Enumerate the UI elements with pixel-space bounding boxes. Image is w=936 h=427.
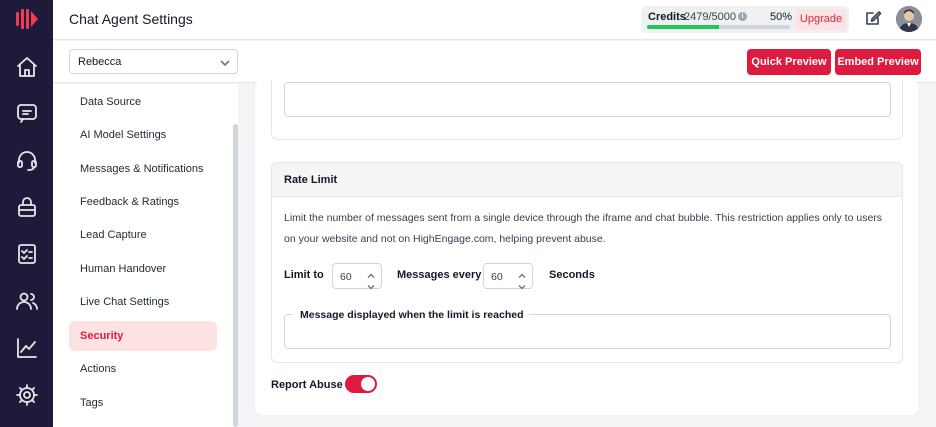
rate-limit-card: Rate Limit Limit the number of messages … <box>271 162 903 363</box>
headset-icon[interactable] <box>15 148 39 172</box>
edit-icon[interactable] <box>864 9 882 27</box>
nav-item-ai-model-settings[interactable]: AI Model Settings <box>69 120 217 150</box>
chat-icon[interactable] <box>15 101 39 125</box>
limit-count-stepper[interactable]: 60 <box>332 263 382 290</box>
nav-item-tags[interactable]: Tags <box>69 388 217 418</box>
rate-limit-title: Rate Limit <box>284 174 338 186</box>
nav-item-actions[interactable]: Actions <box>69 354 217 384</box>
credits-count: 2479/5000 <box>684 11 736 23</box>
nav-item-security[interactable]: Security <box>69 321 217 351</box>
chevron-up-icon[interactable] <box>367 267 375 278</box>
gear-icon[interactable] <box>15 383 39 407</box>
users-icon[interactable] <box>15 289 39 313</box>
app-logo[interactable] <box>16 9 38 29</box>
previous-section-textarea[interactable] <box>284 82 891 117</box>
info-icon[interactable]: i <box>738 12 747 21</box>
chevron-down-icon[interactable] <box>518 278 526 290</box>
nav-item-lead-capture[interactable]: Lead Capture <box>69 220 217 250</box>
chevron-up-icon[interactable] <box>518 267 526 278</box>
home-icon[interactable] <box>15 55 39 79</box>
security-panel: Rate Limit Limit the number of messages … <box>255 80 918 415</box>
chevron-down-icon <box>219 56 231 68</box>
credits-widget: Credits 2479/5000 i 50% Upgrade <box>641 6 849 33</box>
report-abuse-toggle[interactable] <box>345 375 377 393</box>
settings-toolbar: Rebecca Quick Preview Embed Preview <box>53 41 936 83</box>
chart-icon[interactable] <box>15 336 39 360</box>
checklist-icon[interactable] <box>15 242 39 266</box>
interval-value: 60 <box>491 271 503 283</box>
user-avatar[interactable] <box>896 6 922 32</box>
embed-preview-button[interactable]: Embed Preview <box>835 49 921 75</box>
app-rail <box>0 0 53 427</box>
seconds-label: Seconds <box>549 269 595 281</box>
settings-content: Rate Limit Limit the number of messages … <box>238 80 936 427</box>
nav-item-feedback-ratings[interactable]: Feedback & Ratings <box>69 187 217 217</box>
settings-nav: Data Source AI Model Settings Messages &… <box>53 84 238 427</box>
limit-count-value: 60 <box>340 271 352 283</box>
nav-item-live-chat-settings[interactable]: Live Chat Settings <box>69 287 217 317</box>
credits-label: Credits <box>648 11 686 23</box>
limit-to-label: Limit to <box>284 269 324 281</box>
messages-every-label: Messages every <box>397 269 482 281</box>
page-title: Chat Agent Settings <box>69 11 193 27</box>
nav-item-human-handover[interactable]: Human Handover <box>69 254 217 284</box>
top-header: Chat Agent Settings Credits 2479/5000 i … <box>53 0 936 40</box>
nav-item-messages-notifications[interactable]: Messages & Notifications <box>69 154 217 184</box>
quick-preview-button[interactable]: Quick Preview <box>747 49 831 75</box>
bag-icon[interactable] <box>15 195 39 219</box>
rate-limit-description: Limit the number of messages sent from a… <box>284 212 883 245</box>
agent-select-value: Rebecca <box>78 56 122 68</box>
upgrade-button[interactable]: Upgrade <box>796 9 846 30</box>
report-abuse-label: Report Abuse <box>271 379 343 391</box>
agent-select[interactable]: Rebecca <box>69 49 238 74</box>
credits-percent: 50% <box>770 11 793 23</box>
credits-progress-bar <box>647 25 790 29</box>
nav-item-data-source[interactable]: Data Source <box>69 87 217 117</box>
toggle-knob <box>361 377 375 391</box>
chevron-down-icon[interactable] <box>367 278 375 290</box>
previous-section-card <box>271 80 903 140</box>
credits-progress-fill <box>647 25 719 29</box>
interval-stepper[interactable]: 60 <box>483 263 533 290</box>
limit-message-label: Message displayed when the limit is reac… <box>292 309 529 321</box>
rate-limit-header: Rate Limit <box>272 163 902 197</box>
